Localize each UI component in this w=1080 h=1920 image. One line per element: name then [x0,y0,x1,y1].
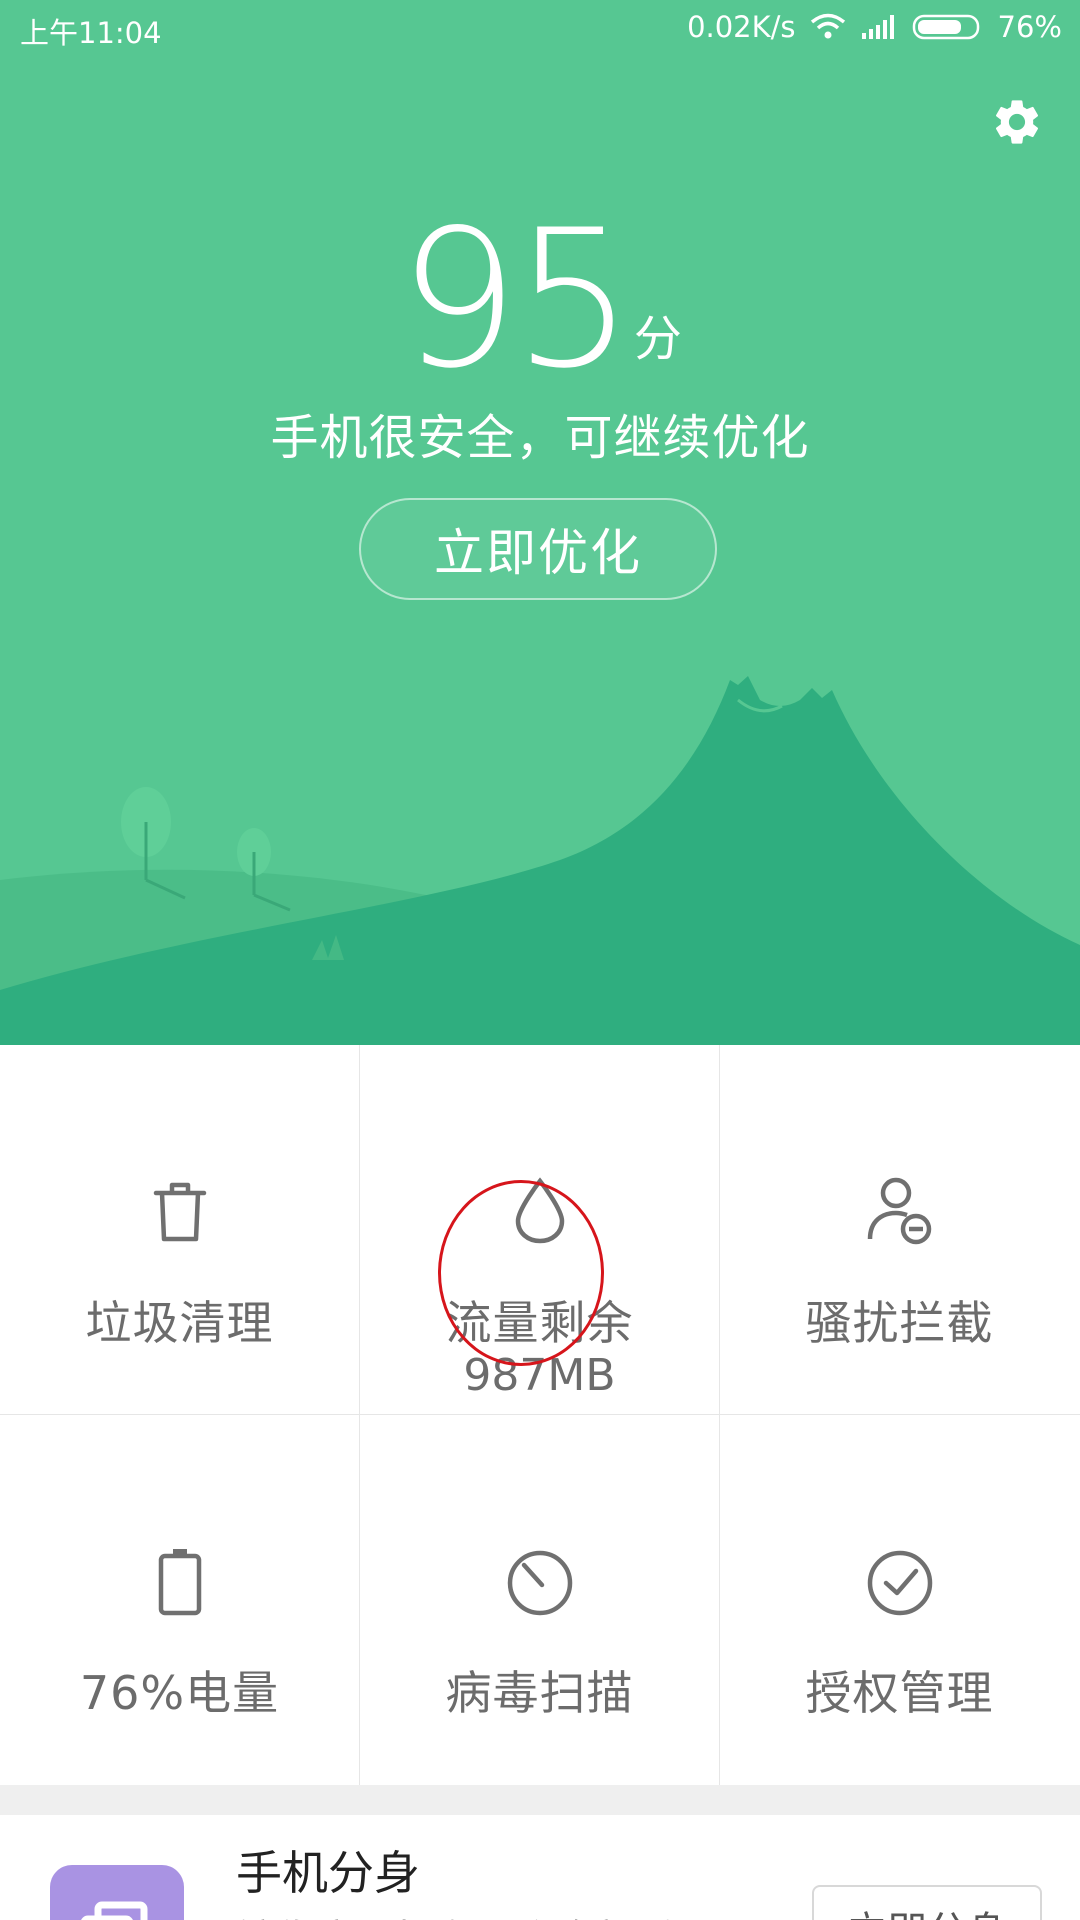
app-clone-card[interactable]: 手机分身 镜像应用拥有一个全新系 立即分身 [0,1815,1080,1920]
tool-junk-cleanup[interactable]: 垃圾清理 [0,1045,359,1414]
optimize-button[interactable]: 立即优化 [359,498,717,600]
card-title: 手机分身 [236,1846,420,1900]
grid-divider [0,1414,1080,1415]
tool-harassment-block[interactable]: 骚扰拦截 [720,1045,1079,1414]
tool-label: 骚扰拦截 [805,1296,994,1350]
grid-divider [719,1045,720,1785]
tool-label: 流量剩余 [445,1296,634,1350]
tool-label: 病毒扫描 [445,1666,634,1720]
gear-icon[interactable] [990,95,1044,149]
clone-now-button[interactable]: 立即分身 [812,1885,1042,1920]
clone-icon [50,1865,184,1920]
status-time: 上午11:04 [20,16,162,50]
score-unit: 分 [633,311,682,367]
battery-icon [912,13,984,41]
security-score: 95 分 [0,205,1080,395]
tool-label: 76%电量 [79,1666,280,1720]
droplet-icon [504,1175,576,1247]
score-value: 95 [398,189,634,410]
check-circle-icon [864,1545,936,1617]
card-description: 镜像应用拥有一个全新系 [236,1907,676,1920]
status-message: 手机很安全，可继续优化 [270,410,810,466]
tool-data-remaining[interactable]: 流量剩余 987MB [360,1045,719,1414]
tool-label: 授权管理 [805,1666,994,1720]
trash-icon [144,1175,216,1247]
signal-icon [860,13,898,41]
section-divider [0,1785,1080,1815]
scan-icon [504,1545,576,1617]
tool-label: 垃圾清理 [85,1296,274,1350]
wifi-icon [810,13,846,41]
hero-panel: 上午11:04 0.02K/s 76% 95 分 手机很安全，可继续优化 立即优化 [0,0,1080,1045]
battery-icon [144,1545,216,1617]
grid-divider [359,1045,360,1785]
user-block-icon [864,1175,936,1247]
tool-virus-scan[interactable]: 病毒扫描 [360,1415,719,1784]
tool-battery[interactable]: 76%电量 [0,1415,359,1784]
tool-permission-manage[interactable]: 授权管理 [720,1415,1079,1784]
battery-percent: 76% [997,10,1062,44]
network-speed: 0.02K/s [687,10,796,44]
tools-grid: 垃圾清理 流量剩余 987MB 骚扰拦截 76%电量 病毒扫描 授权管理 [0,1045,1080,1785]
data-remaining-value: 987MB [463,1350,616,1401]
status-bar: 上午11:04 0.02K/s 76% [0,0,1080,56]
